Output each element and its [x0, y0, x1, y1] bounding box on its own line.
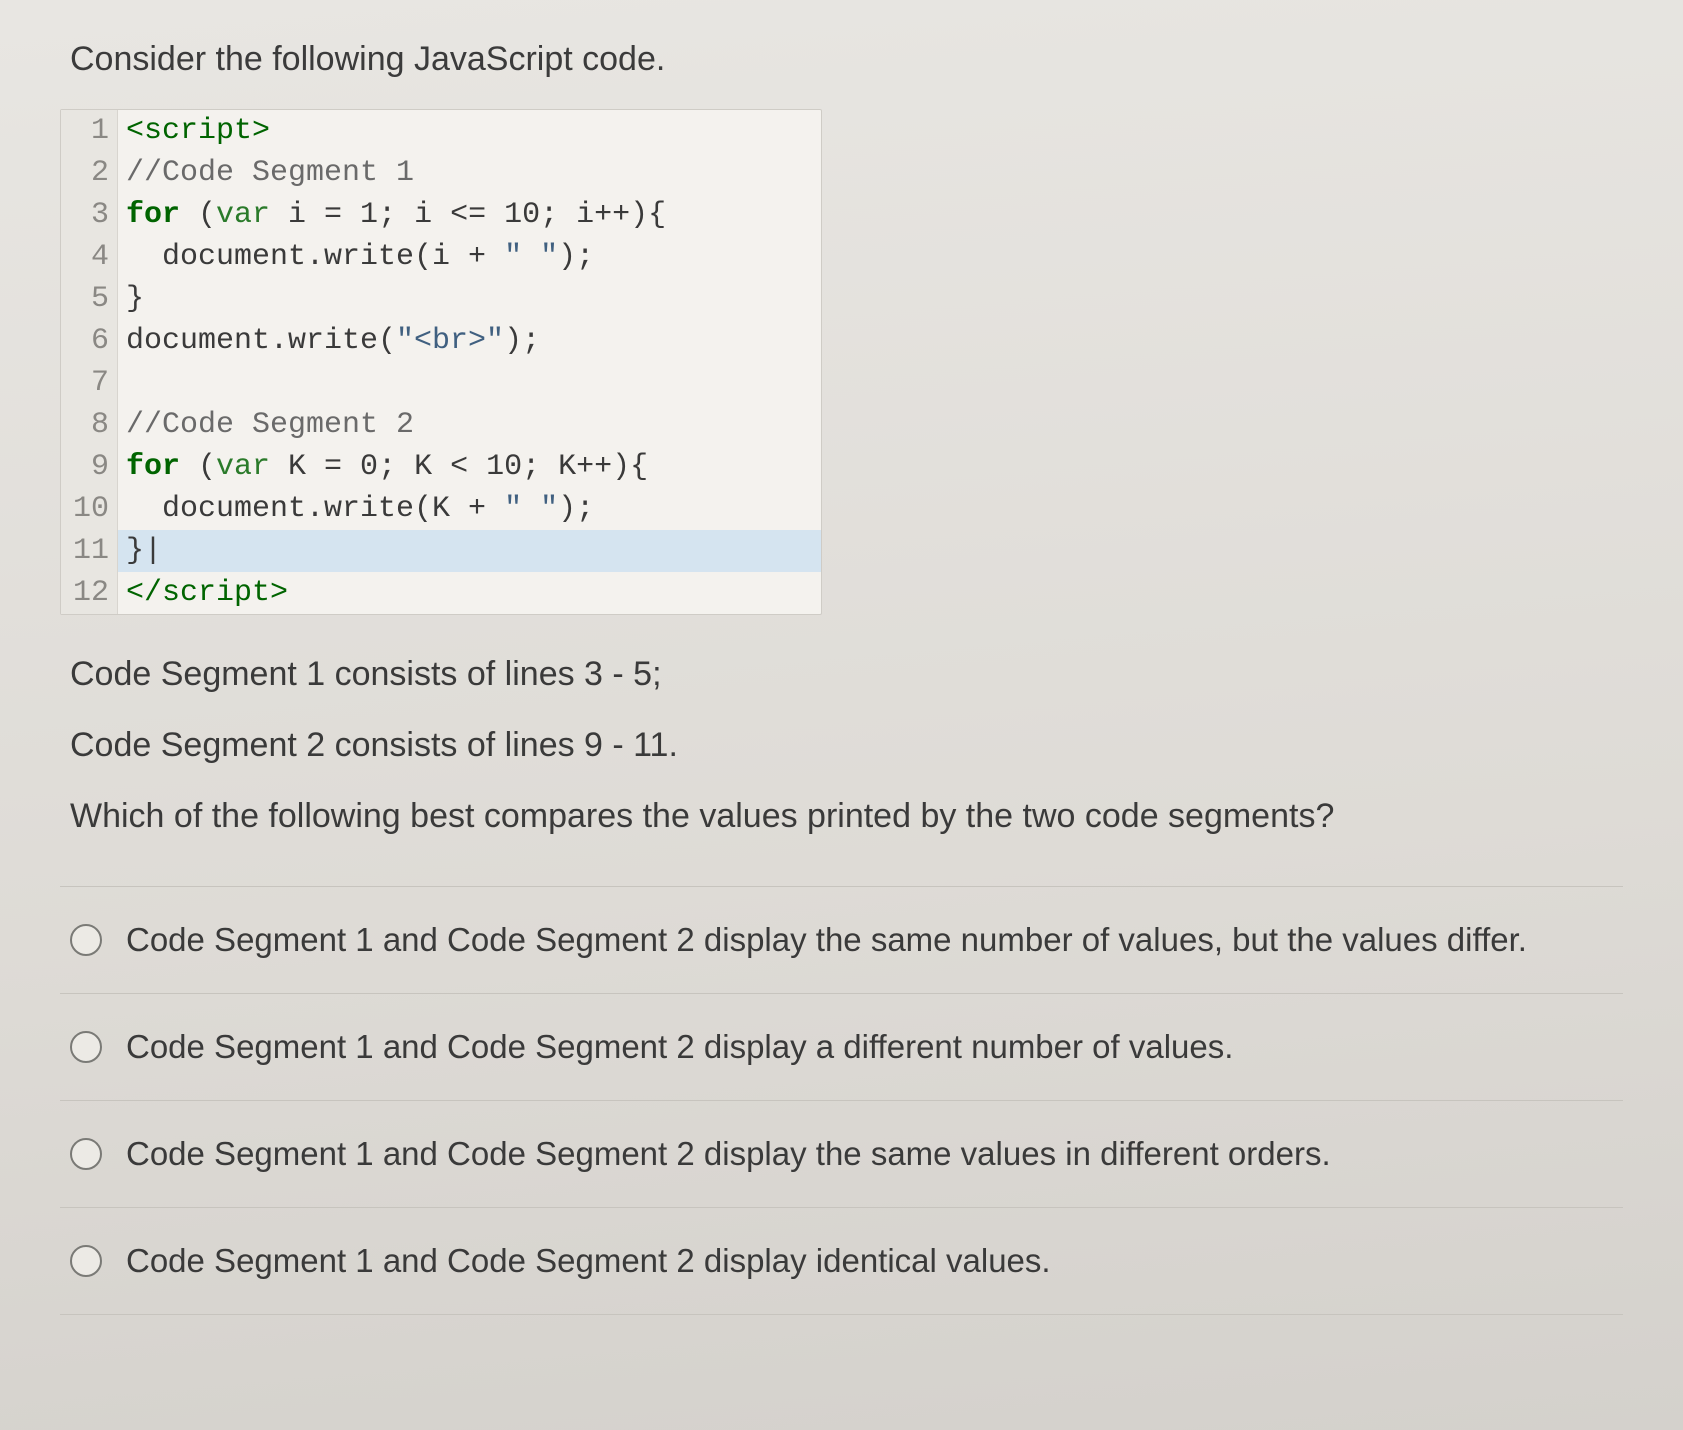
code-line: 8//Code Segment 2	[61, 404, 821, 446]
code-block: 1<script>2//Code Segment 13for (var i = …	[60, 109, 822, 615]
code-content: //Code Segment 1	[118, 152, 821, 194]
code-line: 3for (var i = 1; i <= 10; i++){	[61, 194, 821, 236]
code-content: //Code Segment 2	[118, 404, 821, 446]
code-content: document.write("<br>");	[118, 320, 821, 362]
line-number: 9	[61, 446, 118, 488]
code-content: }|	[118, 530, 821, 572]
code-line: 10 document.write(K + " ");	[61, 488, 821, 530]
code-line: 11}|	[61, 530, 821, 572]
radio-icon	[70, 924, 102, 956]
question-page: Consider the following JavaScript code. …	[0, 0, 1683, 1430]
code-content	[118, 362, 821, 404]
option-label: Code Segment 1 and Code Segment 2 displa…	[126, 1028, 1233, 1066]
line-number: 1	[61, 110, 118, 152]
option-c[interactable]: Code Segment 1 and Code Segment 2 displa…	[60, 1100, 1623, 1207]
code-line: 4 document.write(i + " ");	[61, 236, 821, 278]
code-content: </script>	[118, 572, 821, 614]
segment2-desc: Code Segment 2 consists of lines 9 - 11.	[70, 726, 1613, 765]
code-content: document.write(K + " ");	[118, 488, 821, 530]
code-line: 2//Code Segment 1	[61, 152, 821, 194]
option-label: Code Segment 1 and Code Segment 2 displa…	[126, 921, 1527, 959]
code-content: document.write(i + " ");	[118, 236, 821, 278]
line-number: 3	[61, 194, 118, 236]
code-content: for (var K = 0; K < 10; K++){	[118, 446, 821, 488]
question-intro: Consider the following JavaScript code.	[70, 40, 1623, 79]
line-number: 7	[61, 362, 118, 404]
code-line: 12</script>	[61, 572, 821, 614]
code-line: 9for (var K = 0; K < 10; K++){	[61, 446, 821, 488]
line-number: 8	[61, 404, 118, 446]
option-label: Code Segment 1 and Code Segment 2 displa…	[126, 1242, 1051, 1280]
radio-icon	[70, 1031, 102, 1063]
options-list: Code Segment 1 and Code Segment 2 displa…	[60, 886, 1623, 1315]
code-line: 1<script>	[61, 110, 821, 152]
code-content: for (var i = 1; i <= 10; i++){	[118, 194, 821, 236]
code-content: }	[118, 278, 821, 320]
option-label: Code Segment 1 and Code Segment 2 displa…	[126, 1135, 1331, 1173]
code-line: 6document.write("<br>");	[61, 320, 821, 362]
segment1-desc: Code Segment 1 consists of lines 3 - 5;	[70, 655, 1613, 694]
code-content: <script>	[118, 110, 821, 152]
line-number: 11	[61, 530, 118, 572]
option-a[interactable]: Code Segment 1 and Code Segment 2 displa…	[60, 886, 1623, 993]
radio-icon	[70, 1138, 102, 1170]
line-number: 4	[61, 236, 118, 278]
line-number: 10	[61, 488, 118, 530]
code-line: 7	[61, 362, 821, 404]
option-d[interactable]: Code Segment 1 and Code Segment 2 displa…	[60, 1207, 1623, 1315]
line-number: 5	[61, 278, 118, 320]
line-number: 12	[61, 572, 118, 614]
option-b[interactable]: Code Segment 1 and Code Segment 2 displa…	[60, 993, 1623, 1100]
line-number: 6	[61, 320, 118, 362]
question-text: Which of the following best compares the…	[70, 797, 1613, 836]
line-number: 2	[61, 152, 118, 194]
code-line: 5}	[61, 278, 821, 320]
radio-icon	[70, 1245, 102, 1277]
